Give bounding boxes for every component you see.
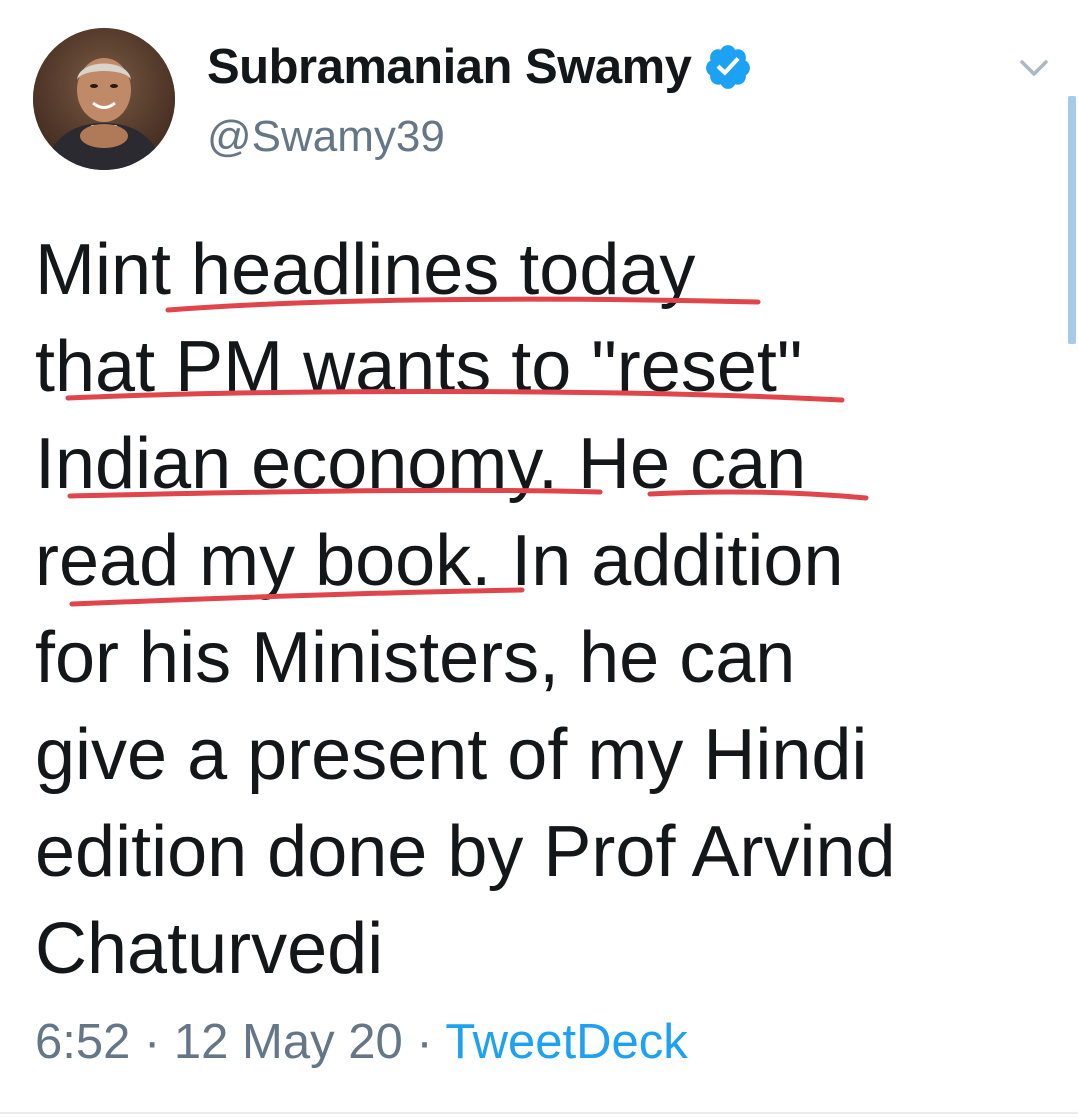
chevron-down-icon[interactable]	[1014, 50, 1054, 84]
tweet-text-line: read my book. In addition	[35, 521, 844, 601]
tweet-text-line: Chaturvedi	[35, 909, 384, 989]
tweet-text-line: for his Ministers, he can	[35, 618, 796, 698]
profile-photo-icon	[33, 28, 175, 170]
tweet-text-line: Mint headlines today	[35, 230, 696, 310]
tweet-source-link[interactable]: TweetDeck	[445, 1015, 687, 1069]
scrollbar[interactable]	[1068, 96, 1076, 344]
author-handle[interactable]: @Swamy39	[207, 112, 445, 162]
author-display-name[interactable]: Subramanian Swamy	[207, 39, 692, 95]
tweet-text: Mint headlines today that PM wants to "r…	[35, 222, 1035, 998]
divider	[0, 1112, 1078, 1114]
tweet-date[interactable]: 12 May 20	[174, 1015, 403, 1069]
tweet-text-line: give a present of my Hindi	[35, 715, 868, 795]
tweet-text-line: that PM wants to "reset"	[35, 327, 803, 407]
verified-badge-icon	[703, 42, 753, 92]
footer-separator: ·	[130, 1015, 174, 1069]
tweet-card[interactable]: Subramanian Swamy @Swamy39 Mint headline…	[0, 0, 1078, 1118]
tweet-footer: 6:52 · 12 May 20 · TweetDeck	[35, 1014, 688, 1070]
author-name-row: Subramanian Swamy	[207, 36, 753, 98]
avatar[interactable]	[33, 28, 175, 170]
tweet-time[interactable]: 6:52	[35, 1015, 130, 1069]
tweet-text-line: edition done by Prof Arvind	[35, 812, 896, 892]
tweet-text-line: Indian economy. He can	[35, 424, 807, 504]
footer-separator: ·	[402, 1015, 446, 1069]
